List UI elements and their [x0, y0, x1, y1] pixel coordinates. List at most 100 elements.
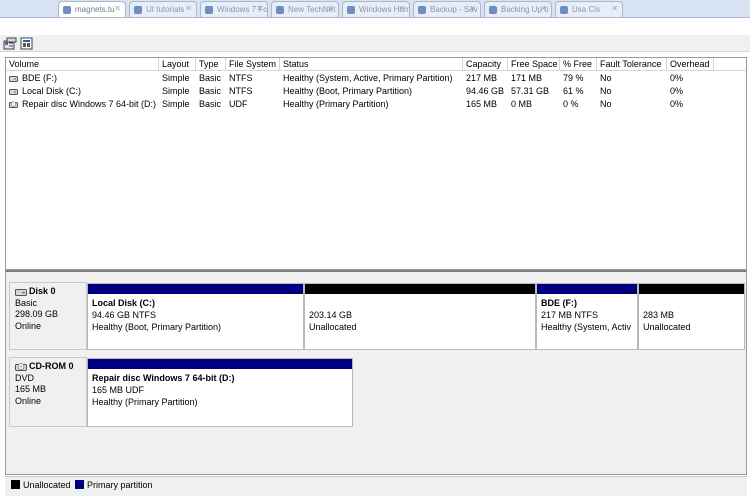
cd-rom-0-label[interactable]: CD-ROM 0 DVD 165 MB Online: [9, 357, 87, 427]
favicon-icon: [63, 6, 71, 14]
legend-label: Unallocated: [23, 480, 71, 490]
volume-layout: Simple: [162, 86, 190, 96]
disk-0-label[interactable]: Disk 0 Basic 298.09 GB Online: [9, 282, 87, 350]
partition-text: BDE (F:) 217 MB NTFS Healthy (System, Ac…: [541, 297, 635, 333]
partition-size: 217 MB NTFS: [541, 310, 599, 320]
close-icon[interactable]: ✕: [114, 4, 121, 13]
volume-type: Basic: [199, 86, 222, 96]
volume-free-space: 0 MB: [511, 99, 533, 109]
volume-file-system: NTFS: [229, 86, 253, 96]
favicon-icon: [347, 6, 355, 14]
primary-partition-bar: [88, 359, 352, 369]
unallocated-bar: [639, 284, 744, 294]
volume-status: Healthy (Primary Partition): [283, 99, 389, 109]
partition-status: Healthy (Primary Partition): [92, 397, 198, 407]
disk-kind: DVD: [15, 372, 35, 383]
browser-tab-strip: magnets.tu ✕ UI tutorials ✕ Windows 7 Fo ✕ …: [0, 0, 750, 18]
partition-repair-disc-d[interactable]: Repair disc Windows 7 64-bit (D:) 165 MB…: [87, 358, 353, 427]
volume-row[interactable]: Repair disc Windows 7 64-bit (D:) Simple…: [6, 98, 746, 111]
volume-layout: Simple: [162, 73, 190, 83]
partition-unallocated-2[interactable]: 283 MB Unallocated: [638, 283, 745, 350]
disk-name: Disk 0: [29, 286, 56, 296]
disk-size: 165 MB: [15, 384, 47, 394]
cd-rom-icon: [15, 363, 27, 371]
properties-button[interactable]: [3, 37, 17, 50]
column-header-fault-tolerance[interactable]: Fault Tolerance: [597, 58, 667, 71]
favicon-icon: [134, 6, 142, 14]
partition-name: BDE (F:): [541, 298, 577, 308]
partition-status: Healthy (System, Activ: [541, 322, 632, 332]
column-header-free-space[interactable]: Free Space: [508, 58, 560, 71]
volume-type: Basic: [199, 99, 222, 109]
column-header-status[interactable]: Status: [280, 58, 463, 71]
volume-row[interactable]: BDE (F:) Simple Basic NTFS Healthy (Syst…: [6, 72, 746, 85]
browser-tab-8[interactable]: Usa Cls ✕: [555, 1, 623, 17]
column-header-overhead[interactable]: Overhead: [667, 58, 714, 71]
volume-fault-tolerance: No: [600, 86, 612, 96]
legend-unallocated: Unallocated: [11, 480, 71, 490]
close-icon[interactable]: ✕: [398, 4, 405, 13]
column-header-layout[interactable]: Layout: [159, 58, 196, 71]
volume-row[interactable]: Local Disk (C:) Simple Basic NTFS Health…: [6, 85, 746, 98]
close-icon[interactable]: ✕: [540, 4, 547, 13]
browser-tab-2[interactable]: UI tutorials ✕: [129, 1, 197, 17]
partition-name: Repair disc Windows 7 64-bit (D:): [92, 373, 235, 383]
unallocated-bar: [305, 284, 535, 294]
browser-tab-6[interactable]: Backup - Sav ✕: [413, 1, 481, 17]
partition-bde-f[interactable]: BDE (F:) 217 MB NTFS Healthy (System, Ac…: [536, 283, 638, 350]
browser-tab-7[interactable]: Backing Up ti ✕: [484, 1, 552, 17]
volume-file-system: UDF: [229, 99, 248, 109]
window-blank-area: [0, 18, 750, 35]
close-icon[interactable]: ✕: [327, 4, 334, 13]
help-button[interactable]: [20, 37, 34, 50]
partition-status: Healthy (Boot, Primary Partition): [92, 322, 222, 332]
column-header-percent-free[interactable]: % Free: [560, 58, 597, 71]
close-icon[interactable]: ✕: [185, 4, 192, 13]
volume-name: Repair disc Windows 7 64-bit (D:): [22, 99, 157, 109]
partition-name: Local Disk (C:): [92, 298, 156, 308]
close-icon[interactable]: ✕: [256, 4, 263, 13]
favicon-icon: [560, 6, 568, 14]
legend-swatch-unallocated: [11, 480, 20, 489]
partition-status: Unallocated: [643, 322, 691, 332]
volume-percent-free: 61 %: [563, 86, 584, 96]
column-header-volume[interactable]: Volume: [6, 58, 159, 71]
volume-name: Local Disk (C:): [22, 86, 82, 96]
volume-file-system: NTFS: [229, 73, 253, 83]
tab-label: UI tutorials: [146, 5, 185, 14]
column-header-file-system[interactable]: File System: [226, 58, 280, 71]
partition-name: [309, 297, 533, 309]
browser-tab-1[interactable]: magnets.tu ✕: [58, 1, 126, 17]
partition-local-disk-c[interactable]: Local Disk (C:) 94.46 GB NTFS Healthy (B…: [87, 283, 304, 350]
browser-tab-4[interactable]: New TechNet ✕: [271, 1, 339, 17]
browser-tab-5[interactable]: Windows Hum ✕: [342, 1, 410, 17]
volume-list-header: Volume Layout Type File System Status Ca…: [6, 58, 746, 71]
volume-free-space: 57.31 GB: [511, 86, 550, 96]
disk-name: CD-ROM 0: [29, 361, 74, 371]
tab-label: magnets.tu: [75, 5, 115, 14]
partition-status: Unallocated: [309, 322, 357, 332]
close-icon[interactable]: ✕: [611, 4, 618, 13]
primary-partition-bar: [88, 284, 303, 294]
close-icon[interactable]: ✕: [469, 4, 476, 13]
volume-fault-tolerance: No: [600, 73, 612, 83]
column-header-type[interactable]: Type: [196, 58, 226, 71]
partition-name: [643, 297, 742, 309]
column-header-capacity[interactable]: Capacity: [463, 58, 508, 71]
partition-size: 283 MB: [643, 310, 675, 320]
favicon-icon: [489, 6, 497, 14]
volume-free-space: 171 MB: [511, 73, 543, 83]
properties-icon: [3, 37, 17, 50]
favicon-icon: [205, 6, 213, 14]
volume-layout: Simple: [162, 99, 190, 109]
disk-state: Online: [15, 395, 42, 406]
toolbar: [0, 35, 750, 52]
partition-text: Repair disc Windows 7 64-bit (D:) 165 MB…: [92, 372, 350, 408]
legend-label: Primary partition: [87, 480, 153, 490]
volume-status: Healthy (System, Active, Primary Partiti…: [283, 73, 453, 83]
partition-unallocated-1[interactable]: 203.14 GB Unallocated: [304, 283, 536, 350]
partition-text: Local Disk (C:) 94.46 GB NTFS Healthy (B…: [92, 297, 301, 333]
volume-fault-tolerance: No: [600, 99, 612, 109]
browser-tab-3[interactable]: Windows 7 Fo ✕: [200, 1, 268, 17]
volume-status: Healthy (Boot, Primary Partition): [283, 86, 413, 96]
